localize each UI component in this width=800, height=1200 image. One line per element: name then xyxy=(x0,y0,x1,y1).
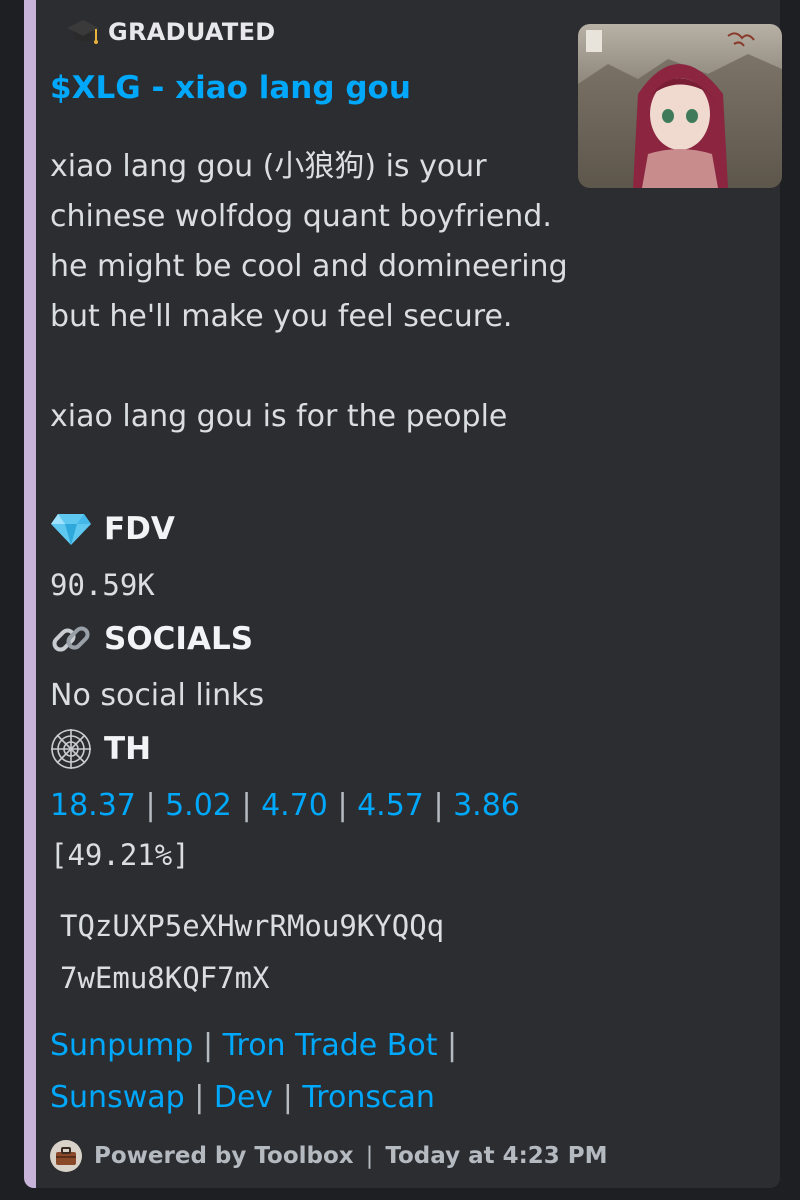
spider-web-icon xyxy=(48,726,94,772)
separator: | xyxy=(337,788,348,823)
description-paragraph: xiao lang gou is for the people xyxy=(50,399,508,434)
separator: | xyxy=(194,1080,205,1115)
holder-link[interactable]: 18.37 xyxy=(50,788,136,823)
embed-footer: Powered by Toolbox | Today at 4:23 PM xyxy=(50,1138,608,1174)
holder-link[interactable]: 4.57 xyxy=(357,788,424,823)
contract-address[interactable]: TQzUXP5eXHwrRMou9KYQQq 7wEmu8KQF7mX xyxy=(60,900,444,1004)
fdv-value: 90.59K xyxy=(50,568,155,602)
field-fdv-name: FDV xyxy=(48,506,175,552)
description-paragraph: xiao lang gou (小狼狗) is your chinese wolf… xyxy=(50,149,568,334)
embed-description: xiao lang gou (小狼狗) is your chinese wolf… xyxy=(50,142,570,442)
separator: | xyxy=(241,788,252,823)
toolbox-icon xyxy=(50,1140,82,1172)
field-name-label: TH xyxy=(104,731,152,767)
address-line: 7wEmu8KQF7mX xyxy=(60,961,270,995)
graduation-cap-icon xyxy=(66,15,100,49)
tronscan-link[interactable]: Tronscan xyxy=(302,1080,434,1115)
top-holders-total: [49.21%] xyxy=(50,838,190,872)
link-row: Sunpump | Tron Trade Bot | Sunswap | Dev… xyxy=(50,1020,610,1124)
separator: | xyxy=(447,1028,458,1063)
embed-title-link[interactable]: $XLG - xiao lang gou xyxy=(50,70,411,106)
footer-timestamp: Today at 4:23 PM xyxy=(385,1143,608,1169)
field-socials-name: SOCIALS xyxy=(48,616,253,662)
holder-link[interactable]: 4.70 xyxy=(261,788,328,823)
socials-value: No social links xyxy=(50,678,265,713)
tron-trade-bot-link[interactable]: Tron Trade Bot xyxy=(223,1028,438,1063)
field-name-label: FDV xyxy=(104,511,175,547)
holder-link[interactable]: 5.02 xyxy=(165,788,232,823)
holder-link[interactable]: 3.86 xyxy=(453,788,520,823)
embed-author: GRADUATED xyxy=(66,14,276,50)
top-holders-row: 18.37 | 5.02 | 4.70 | 4.57 | 3.86 xyxy=(50,788,520,823)
bot-embed: GRADUATED $XLG - xiao lang gou xiao lang… xyxy=(24,0,782,1188)
address-line: TQzUXP5eXHwrRMou9KYQQq xyxy=(60,909,445,943)
separator: | xyxy=(433,788,444,823)
sunswap-link[interactable]: Sunswap xyxy=(50,1080,185,1115)
link-icon xyxy=(48,616,94,662)
separator: | xyxy=(202,1028,214,1063)
gem-icon xyxy=(48,506,94,552)
sunpump-link[interactable]: Sunpump xyxy=(50,1028,193,1063)
author-name: GRADUATED xyxy=(108,18,276,46)
separator: | xyxy=(145,788,156,823)
footer-text: Powered by Toolbox xyxy=(94,1143,354,1169)
footer-separator: | xyxy=(365,1143,374,1169)
separator: | xyxy=(282,1080,293,1115)
field-name-label: SOCIALS xyxy=(104,621,254,657)
dev-link[interactable]: Dev xyxy=(214,1080,273,1115)
embed-thumbnail[interactable] xyxy=(578,24,782,188)
field-th-name: TH xyxy=(48,726,151,772)
